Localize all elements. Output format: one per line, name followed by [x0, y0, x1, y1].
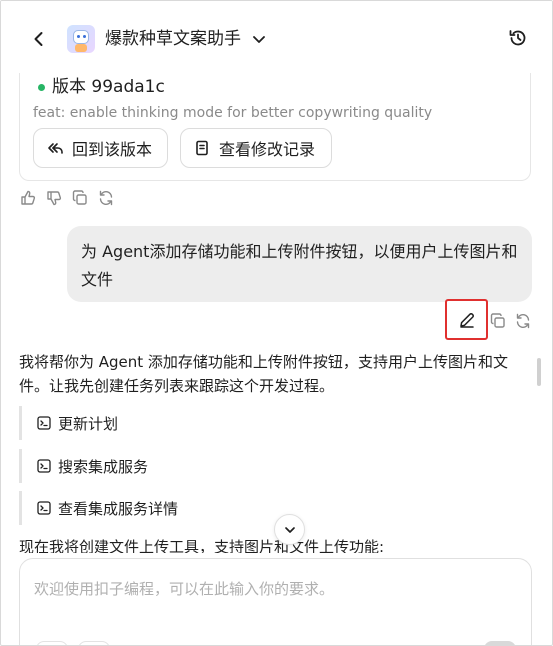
composer-tool-button[interactable] — [36, 641, 68, 645]
chevron-down-icon — [253, 36, 265, 43]
user-message-bubble: 为 Agent添加存储功能和上传附件按钮，以便用户上传图片和文件 — [67, 226, 532, 302]
back-button[interactable] — [27, 27, 51, 51]
task-item[interactable]: 搜索集成服务 — [19, 449, 319, 483]
ai-message-text: 我将帮你为 Agent 添加存储功能和上传附件按钮，支持用户上传图片和文件。让我… — [19, 353, 508, 395]
copy-button[interactable] — [71, 189, 91, 209]
thumbs-down-button[interactable] — [45, 189, 65, 209]
history-button[interactable] — [507, 27, 531, 51]
version-description: feat: enable thinking mode for better co… — [33, 105, 433, 121]
send-button[interactable] — [484, 641, 516, 645]
header-bar: 爆款种草文案助手 — [1, 1, 552, 73]
revert-version-label: 回到该版本 — [72, 140, 153, 159]
terminal-icon — [37, 416, 51, 430]
history-icon — [509, 30, 526, 46]
edit-message-button[interactable] — [445, 299, 488, 340]
message-input[interactable] — [34, 577, 514, 601]
back-arrow-icon — [34, 32, 43, 46]
copy-icon — [490, 313, 505, 328]
task-label: 更新计划 — [58, 414, 119, 433]
version-title: 版本 99ada1c — [52, 77, 165, 97]
reply-all-icon — [46, 139, 64, 157]
document-icon — [193, 139, 211, 157]
refresh-icon — [99, 190, 113, 206]
message-composer — [19, 558, 532, 645]
thumbs-up-icon — [21, 190, 36, 205]
chevron-down-icon — [284, 526, 295, 533]
refresh-icon — [516, 313, 530, 329]
task-item[interactable]: 查看集成服务详情 — [19, 491, 319, 525]
version-card: 版本 99ada1c feat: enable thinking mode fo… — [19, 73, 531, 181]
title-dropdown-button[interactable] — [249, 29, 269, 49]
task-label: 搜索集成服务 — [58, 457, 149, 476]
pencil-icon — [459, 312, 474, 328]
view-changes-button[interactable]: 查看修改记录 — [180, 128, 332, 168]
thumbs-up-button[interactable] — [19, 189, 39, 209]
message-list[interactable]: 版本 99ada1c feat: enable thinking mode fo… — [1, 73, 552, 553]
resend-message-button[interactable] — [514, 312, 532, 330]
chat-window: 爆款种草文案助手 版本 99ada1c feat: enable thinkin… — [0, 0, 553, 646]
scroll-to-bottom-button[interactable] — [274, 514, 305, 545]
agent-avatar — [67, 25, 95, 53]
scrollbar-thumb[interactable] — [537, 358, 541, 386]
terminal-icon — [37, 459, 51, 473]
task-label: 查看集成服务详情 — [58, 499, 179, 518]
copy-message-button[interactable] — [489, 312, 507, 330]
task-item[interactable]: 更新计划 — [19, 406, 319, 440]
revert-version-button[interactable]: 回到该版本 — [33, 128, 168, 168]
composer-tool-button[interactable] — [78, 641, 110, 645]
ai-message-text: 现在我将创建文件上传工具，支持图片和文件上传功能: — [19, 538, 385, 553]
view-changes-label: 查看修改记录 — [219, 140, 316, 159]
version-status-dot — [38, 84, 45, 91]
ai-message-actions — [19, 189, 117, 209]
agent-title[interactable]: 爆款种草文案助手 — [105, 28, 241, 50]
regenerate-button[interactable] — [97, 189, 117, 209]
copy-icon — [72, 190, 87, 205]
terminal-icon — [37, 501, 51, 515]
thumbs-down-icon — [47, 191, 62, 206]
